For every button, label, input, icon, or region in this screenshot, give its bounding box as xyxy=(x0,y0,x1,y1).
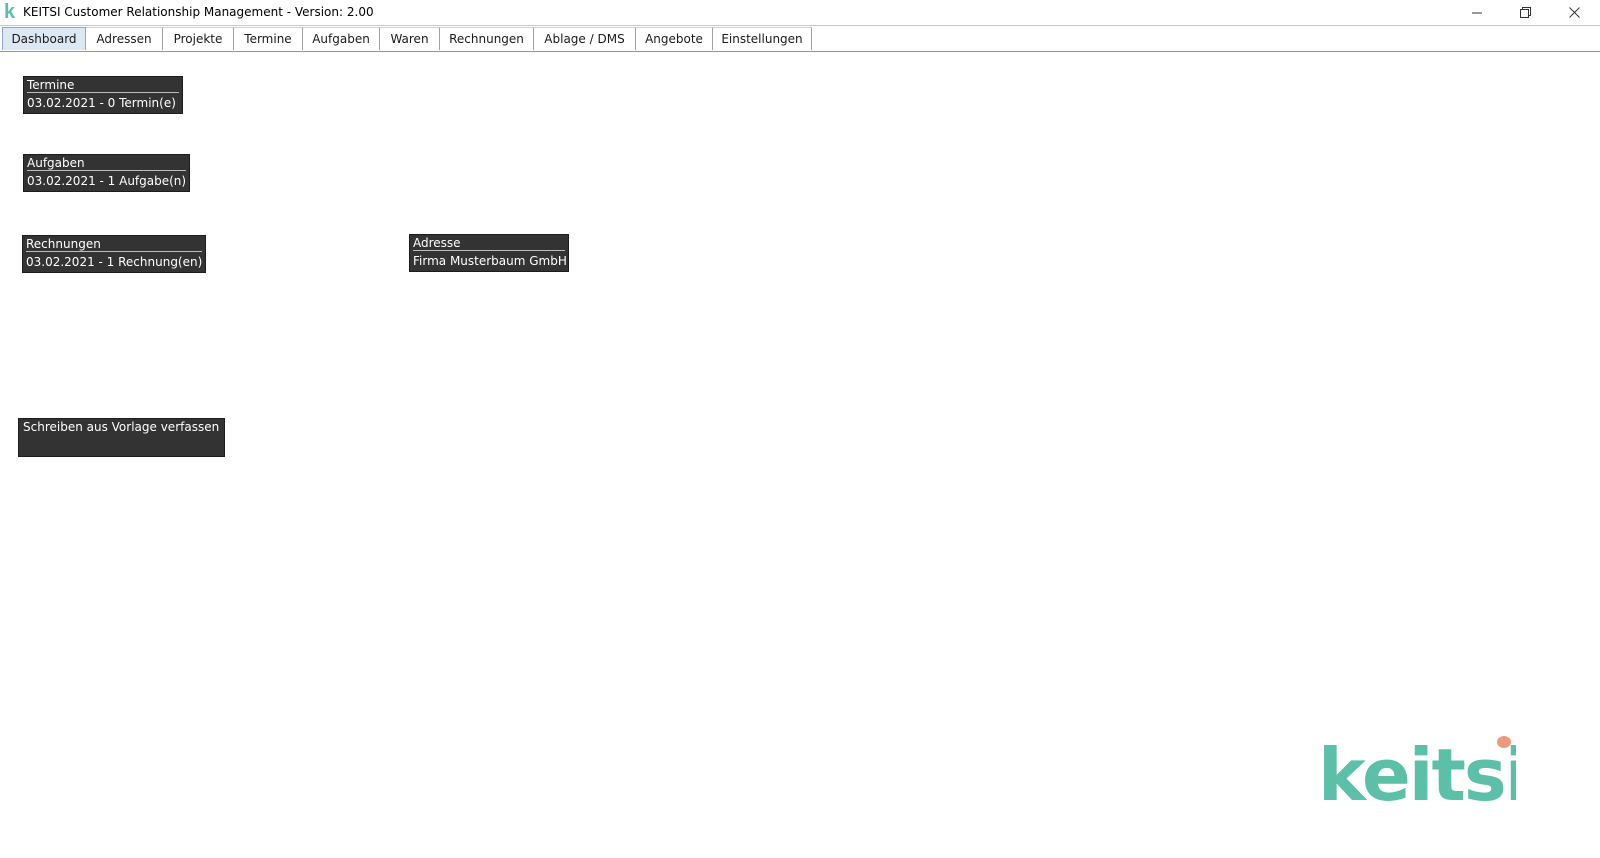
close-button[interactable] xyxy=(1551,0,1597,25)
minimize-button[interactable] xyxy=(1454,0,1500,25)
restore-button[interactable] xyxy=(1502,0,1548,25)
tab-dashboard[interactable]: Dashboard xyxy=(2,27,86,50)
template-letter-button-label: Schreiben aus Vorlage verfassen xyxy=(23,420,220,434)
app-logo-icon: k xyxy=(4,1,16,23)
template-letter-button[interactable]: Schreiben aus Vorlage verfassen xyxy=(18,418,225,457)
tab-einstellungen[interactable]: Einstellungen xyxy=(713,27,812,50)
adresse-widget[interactable]: Adresse Firma Musterbaum GmbH xyxy=(409,234,569,272)
keitsi-logo: keitsi xyxy=(1318,733,1516,812)
tab-termine[interactable]: Termine xyxy=(234,27,303,50)
keitsi-logo-text: keitsi xyxy=(1318,733,1516,812)
minimize-icon xyxy=(1472,12,1482,13)
termine-widget-title: Termine xyxy=(27,78,75,92)
widget-divider xyxy=(27,170,186,171)
title-bar[interactable]: k KEITSI Customer Relationship Managemen… xyxy=(0,0,1600,26)
tab-angebote[interactable]: Angebote xyxy=(636,27,713,50)
tab-projekte[interactable]: Projekte xyxy=(163,27,234,50)
tab-ablage-dms[interactable]: Ablage / DMS xyxy=(534,27,636,50)
logo-accent-dot xyxy=(1497,736,1511,748)
rechnungen-widget[interactable]: Rechnungen 03.02.2021 - 1 Rechnung(en) xyxy=(22,235,206,273)
rechnungen-widget-title: Rechnungen xyxy=(26,237,101,251)
app-window: k KEITSI Customer Relationship Managemen… xyxy=(0,0,1600,858)
aufgaben-widget-title: Aufgaben xyxy=(27,156,85,170)
main-tab-strip: Dashboard Adressen Projekte Termine Aufg… xyxy=(0,26,1600,52)
aufgaben-widget[interactable]: Aufgaben 03.02.2021 - 1 Aufgabe(n) xyxy=(23,154,190,192)
restore-icon xyxy=(1519,7,1531,18)
adresse-widget-title: Adresse xyxy=(413,236,461,250)
widget-divider xyxy=(413,250,565,251)
aufgaben-widget-value: 03.02.2021 - 1 Aufgabe(n) xyxy=(27,174,187,188)
close-icon xyxy=(1568,7,1580,18)
widget-divider xyxy=(26,251,202,252)
termine-widget[interactable]: Termine 03.02.2021 - 0 Termin(e) xyxy=(23,76,183,114)
termine-widget-value: 03.02.2021 - 0 Termin(e) xyxy=(27,96,176,110)
window-title: KEITSI Customer Relationship Management … xyxy=(23,5,374,19)
tab-adressen[interactable]: Adressen xyxy=(86,27,163,50)
tab-rechnungen[interactable]: Rechnungen xyxy=(440,27,534,50)
rechnungen-widget-value: 03.02.2021 - 1 Rechnung(en) xyxy=(26,255,203,269)
adresse-widget-value: Firma Musterbaum GmbH xyxy=(413,254,567,268)
tab-aufgaben[interactable]: Aufgaben xyxy=(303,27,380,50)
tab-waren[interactable]: Waren xyxy=(380,27,440,50)
widget-divider xyxy=(27,92,179,93)
